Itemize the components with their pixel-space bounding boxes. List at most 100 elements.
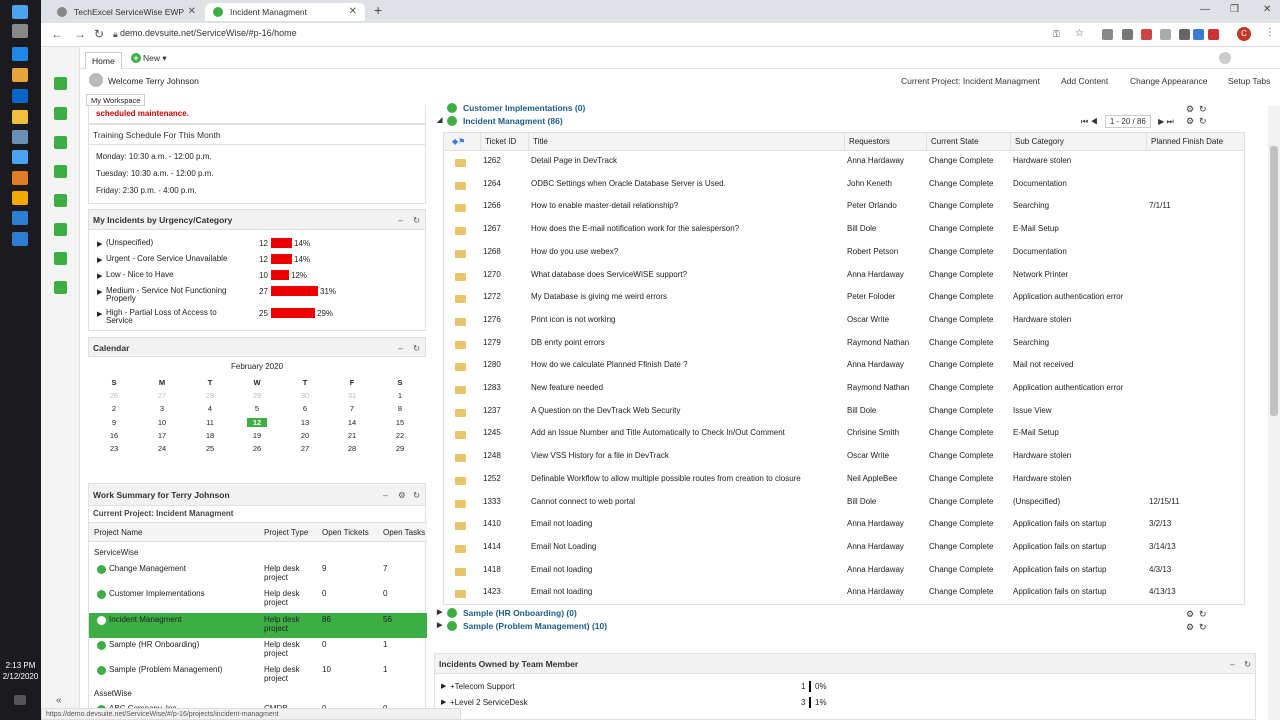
book-icon[interactable] — [54, 223, 67, 236]
table-row[interactable]: 1272 My Database is giving me weird error… — [444, 288, 1244, 311]
lock-icon[interactable]: 🔒︎ — [113, 29, 118, 40]
folder-icon[interactable] — [455, 295, 466, 304]
project-name[interactable]: Change Management — [109, 564, 186, 573]
extension-icon[interactable] — [1208, 29, 1219, 40]
start-icon[interactable] — [12, 5, 28, 19]
table-row[interactable]: 1276 Print icon is not working Oscar Write… — [444, 311, 1244, 334]
extension-icon[interactable] — [1160, 29, 1171, 40]
notifications-icon[interactable] — [14, 695, 26, 705]
calendar-day[interactable]: 1 — [390, 391, 410, 400]
table-row[interactable]: Sample (Problem Management) Help desk pr… — [89, 663, 427, 688]
user-icon[interactable] — [54, 165, 67, 178]
col-sub-category[interactable]: Sub Category — [1010, 133, 1146, 151]
expand-triangle-icon[interactable]: ▶ — [97, 256, 102, 264]
calendar-day[interactable]: 27 — [295, 444, 315, 453]
calendar-day[interactable]: 19 — [247, 431, 267, 440]
folder-icon[interactable] — [455, 317, 466, 326]
expand-triangle-icon[interactable]: ▶ — [441, 682, 446, 690]
extension-icon[interactable] — [1102, 29, 1113, 40]
table-row[interactable]: 1279 DB enrty point errors Raymond Nathan C… — [444, 334, 1244, 357]
ticket-title[interactable]: Email not loading — [531, 565, 592, 574]
extension-icon[interactable] — [1141, 29, 1152, 40]
ticket-title[interactable]: View VSS History for a file in DevTrack — [531, 451, 669, 460]
refresh-icon[interactable]: ↻ — [413, 484, 420, 506]
folder-icon[interactable] — [455, 590, 466, 599]
table-row[interactable]: 1333 Cannot connect to web portal Bill Dol… — [444, 493, 1244, 516]
close-tab-icon[interactable]: ✕ — [349, 3, 357, 21]
filter-icon[interactable]: ◆⚑ — [452, 137, 465, 146]
table-row[interactable]: Customer Implementations Help desk proje… — [89, 587, 427, 612]
project-label[interactable]: Sample (Problem Management) (10) — [463, 621, 607, 631]
col-open-tickets[interactable]: Open Tickets — [322, 528, 369, 537]
urgency-row[interactable]: ▶ Urgent - Core Service Unavailable 12 1… — [89, 254, 427, 271]
folder-icon[interactable] — [455, 454, 466, 463]
extension-icon[interactable] — [1122, 29, 1133, 40]
ticket-title[interactable]: DB enrty point errors — [531, 338, 605, 347]
table-row[interactable]: 1266 How to enable master-detail relation… — [444, 197, 1244, 220]
clock-date[interactable]: 2/12/2020 — [0, 672, 41, 682]
refresh-icon[interactable]: ↻ — [1199, 104, 1207, 115]
calendar-day[interactable]: 27 — [152, 391, 172, 400]
minimize-icon[interactable]: — — [1200, 4, 1210, 15]
first-page-icon[interactable]: ⏮ — [1081, 117, 1088, 126]
folder-icon[interactable] — [455, 204, 466, 213]
table-row[interactable]: 1248 View VSS History for a file in DevTr… — [444, 447, 1244, 470]
refresh-icon[interactable]: ↻ — [1244, 654, 1251, 674]
urgency-row[interactable]: ▶ Low - Nice to Have 10 12% — [89, 270, 427, 287]
tasks-icon[interactable] — [54, 107, 67, 120]
project-name[interactable]: Sample (Problem Management) — [109, 665, 222, 674]
calendar-day[interactable]: 21 — [342, 431, 362, 440]
table-row[interactable]: 1270 What database does ServiceWISE suppo… — [444, 266, 1244, 289]
last-page-icon[interactable]: ⏭ — [1166, 117, 1173, 126]
calendar-day[interactable]: 12 — [247, 417, 267, 427]
expand-triangle-icon[interactable]: ▶ — [437, 621, 442, 629]
col-requestors[interactable]: Requestors — [844, 133, 926, 151]
calendar-day[interactable]: 23 — [104, 444, 124, 453]
calendar-day[interactable]: 31 — [342, 391, 362, 400]
urgency-label[interactable]: (Unspecified) — [106, 239, 231, 247]
folder-icon[interactable] — [455, 431, 466, 440]
folder-icon[interactable] — [455, 386, 466, 394]
change-appearance-link[interactable]: Change Appearance — [1130, 76, 1208, 86]
calendar-day[interactable]: 7 — [342, 404, 362, 413]
browser-menu-icon[interactable]: ⋮ — [1265, 27, 1275, 38]
expand-triangle-icon[interactable]: ▶ — [97, 288, 102, 296]
ticket-title[interactable]: Add an Issue Number and Title Automatica… — [531, 428, 785, 437]
ticket-title[interactable]: My Database is giving me weird errors — [531, 292, 667, 301]
owned-row[interactable]: ▶ +Telecom Support 1 0% — [435, 681, 1255, 695]
new-tab-button[interactable]: + — [374, 2, 382, 18]
home-icon[interactable] — [54, 77, 67, 90]
extension-icon[interactable] — [1193, 29, 1204, 40]
ticket-title[interactable]: Email not loading — [531, 519, 592, 528]
expand-triangle-icon[interactable]: ◢ — [437, 116, 442, 124]
calendar-day[interactable]: 30 — [295, 391, 315, 400]
chrome-icon[interactable] — [12, 68, 28, 82]
folder-icon[interactable] — [455, 363, 466, 372]
address-bar[interactable]: demo.devsuite.net/ServiceWise/#p-16/home — [120, 28, 297, 38]
ticket-title[interactable]: A Question on the DevTrack Web Security — [531, 406, 680, 415]
servicewise-icon[interactable] — [12, 171, 28, 185]
calendar-day[interactable]: 2 — [104, 404, 124, 413]
app4-icon[interactable] — [12, 232, 28, 246]
calendar-day[interactable]: 25 — [200, 444, 220, 453]
calendar-day[interactable]: 18 — [200, 431, 220, 440]
ticket-title[interactable]: Email not loading — [531, 587, 592, 596]
project-name[interactable]: Incident Managment — [109, 615, 182, 624]
setup-tabs-link[interactable]: Setup Tabs — [1228, 76, 1270, 86]
ticket-title[interactable]: How do we calculate Planned Ffinish Date… — [531, 360, 688, 369]
refresh-icon[interactable]: ↻ — [1199, 609, 1207, 620]
table-row[interactable]: 1410 Email not loading Anna Hardaway Change… — [444, 515, 1244, 538]
bookmark-star-icon[interactable]: ☆ — [1075, 28, 1084, 39]
folder-icon[interactable] — [455, 272, 466, 281]
urgency-row[interactable]: ▶ High - Partial Loss of Access to Servi… — [89, 308, 427, 325]
folder-icon[interactable] — [455, 476, 466, 485]
back-icon[interactable]: ← — [51, 27, 63, 41]
calendar-day[interactable]: 17 — [152, 431, 172, 440]
project-name[interactable]: Sample (HR Onboarding) — [109, 640, 199, 649]
owned-label[interactable]: +Level 2 ServiceDesk — [450, 698, 528, 707]
project-label[interactable]: Sample (HR Onboarding) (0) — [463, 608, 577, 618]
calendar-day[interactable]: 16 — [104, 431, 124, 440]
clock-time[interactable]: 2:13 PM — [0, 661, 41, 671]
urgency-label[interactable]: Low - Nice to Have — [106, 271, 231, 279]
ticket-title[interactable]: Email Not Loading — [531, 542, 596, 551]
